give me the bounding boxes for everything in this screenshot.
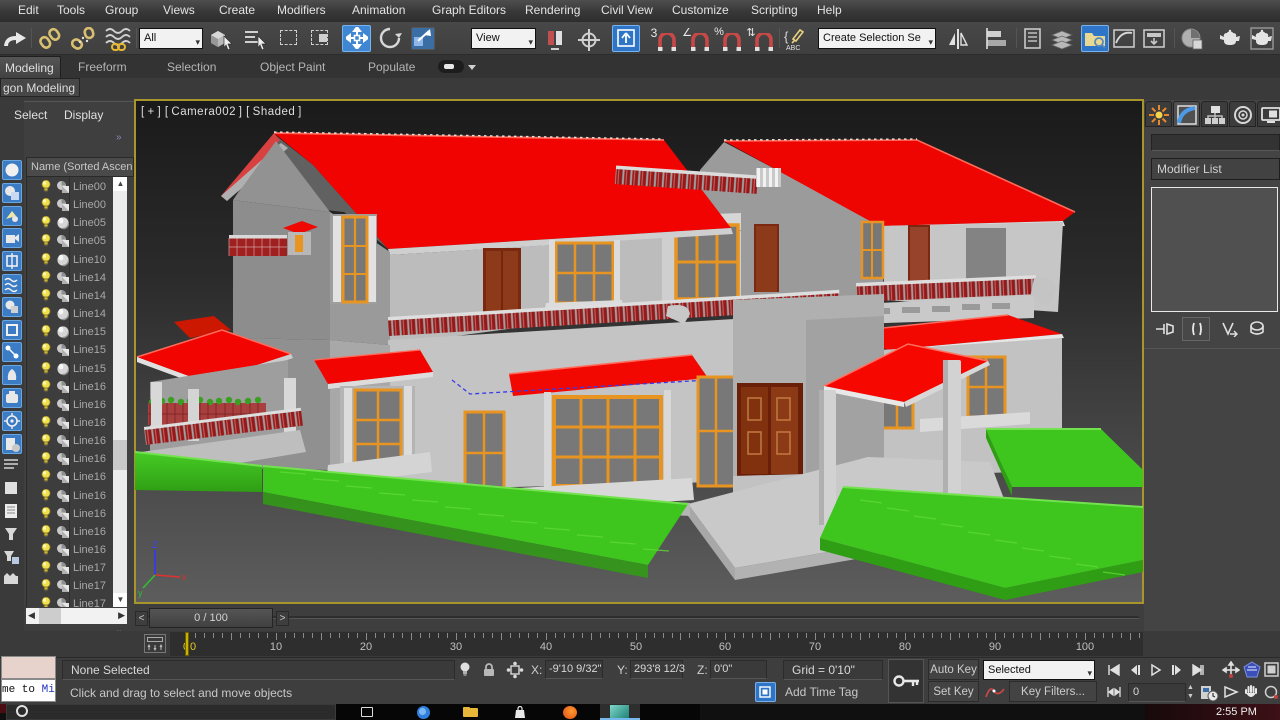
svg-text:{: { bbox=[784, 29, 789, 44]
svg-text:ABC: ABC bbox=[786, 45, 800, 51]
svg-text:y: y bbox=[138, 588, 143, 598]
svg-text:x: x bbox=[182, 572, 187, 582]
svg-text:Z: Z bbox=[152, 540, 158, 550]
